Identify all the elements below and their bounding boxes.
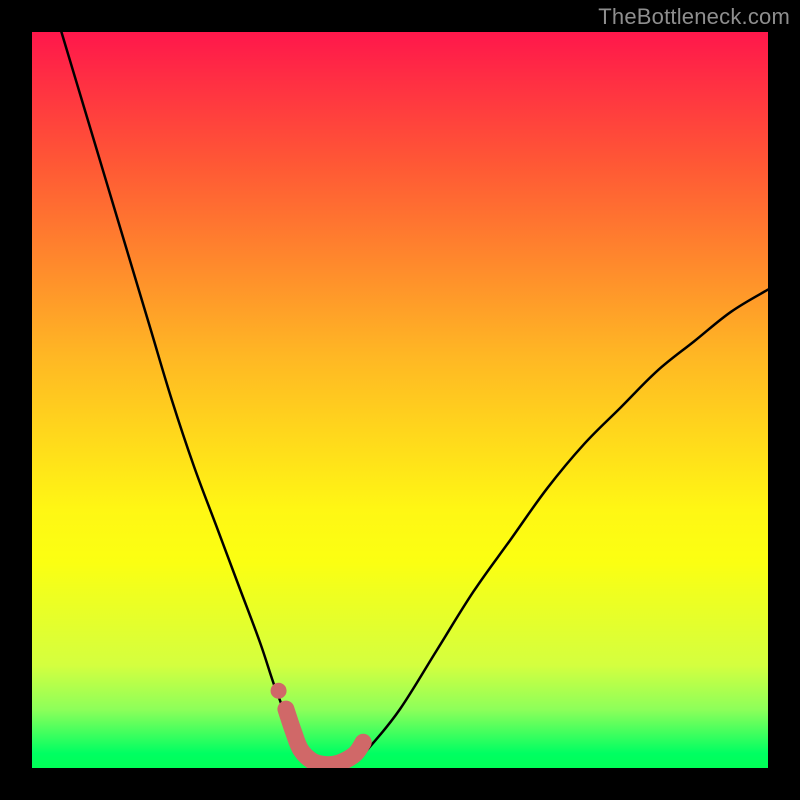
- chart-frame: TheBottleneck.com: [0, 0, 800, 800]
- bottleneck-chart: [32, 32, 768, 768]
- highlight-segment: [286, 709, 363, 765]
- highlight-dot: [271, 683, 287, 699]
- bottleneck-curve: [61, 32, 768, 768]
- watermark-text: TheBottleneck.com: [598, 4, 790, 30]
- plot-area: [32, 32, 768, 768]
